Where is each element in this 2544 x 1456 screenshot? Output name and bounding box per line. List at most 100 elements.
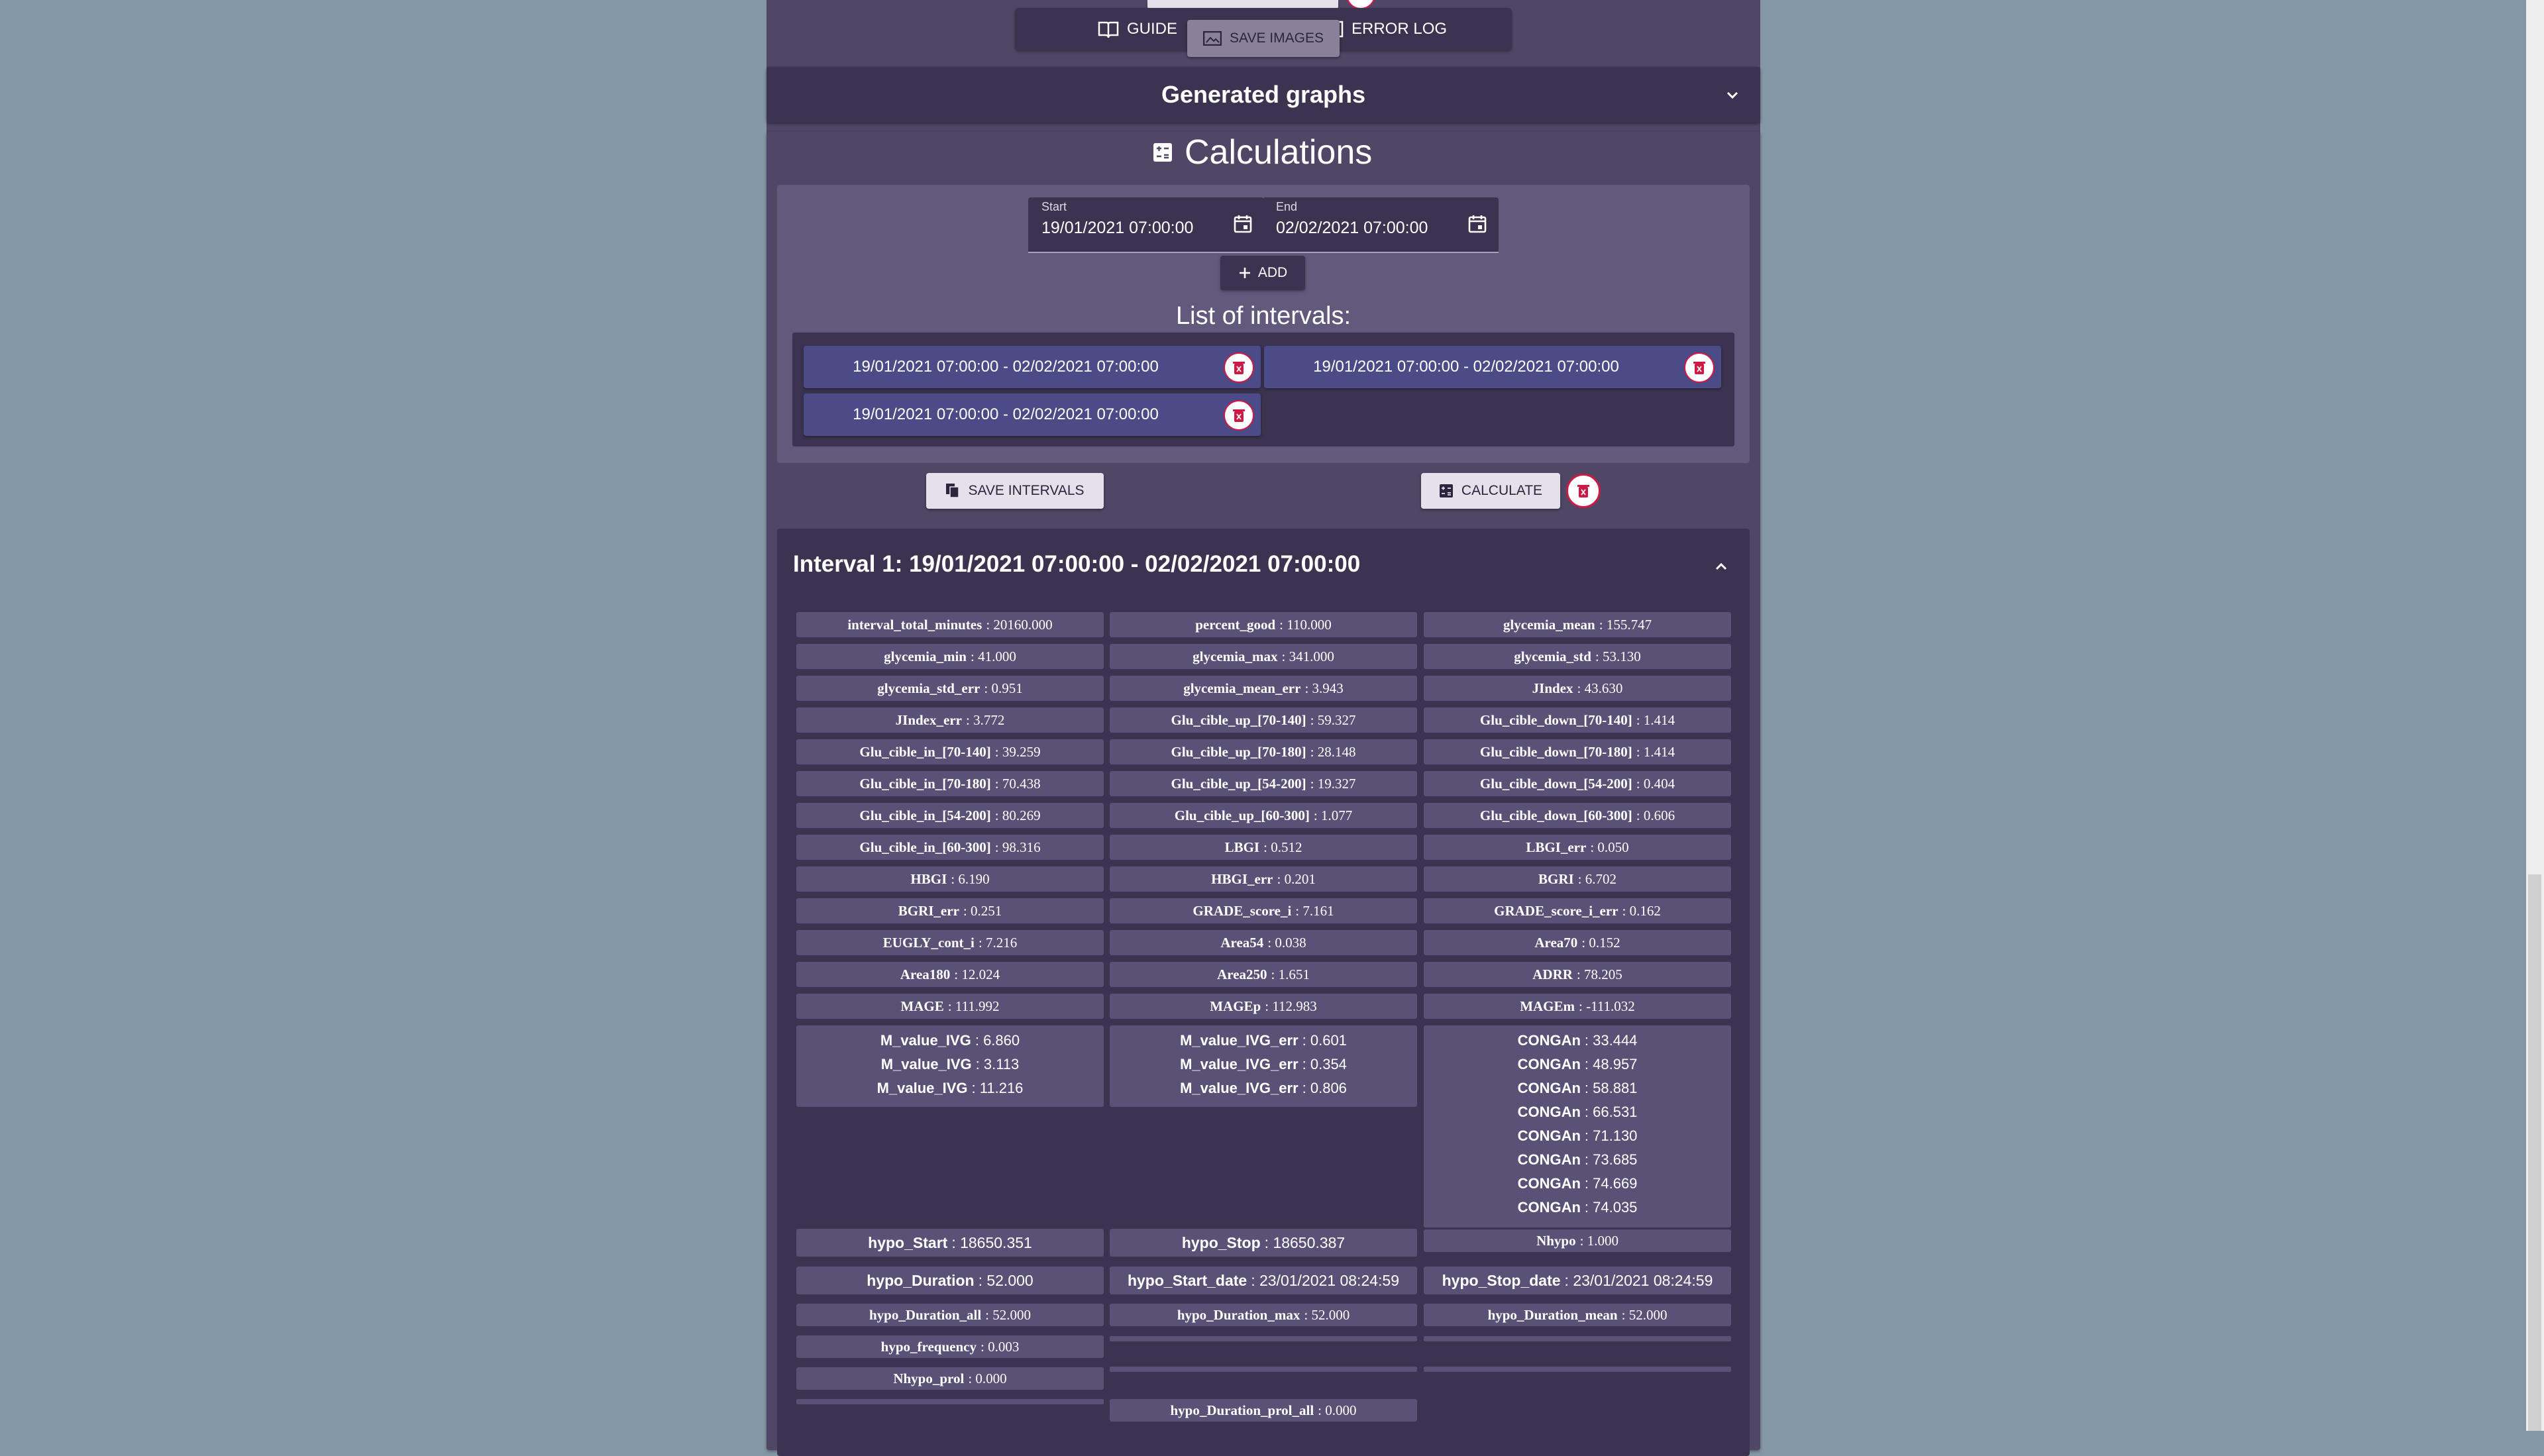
result-cell: Area70: 0.152 — [1424, 930, 1731, 955]
book-icon — [1098, 21, 1119, 38]
result-item: M_value_IVG_err: 0.354 — [1180, 1056, 1347, 1072]
result-value: 7.216 — [985, 934, 1018, 951]
result-key: Glu_cible_down_[60-300] — [1479, 807, 1632, 823]
error-log-button[interactable]: ERROR LOG — [1326, 8, 1447, 50]
result-cell: Glu_cible_in_[54-200]: 80.269 — [796, 803, 1104, 828]
clear-results-button[interactable] — [1566, 474, 1601, 508]
result-item: M_value_IVG: 3.113 — [880, 1056, 1020, 1072]
result-item: M_value_IVG_err: 0.601 — [1180, 1032, 1347, 1049]
result-cell: Nhypo: 1.000 — [1424, 1229, 1731, 1252]
delete-interval-button[interactable] — [1224, 352, 1254, 383]
separator: : — [970, 648, 979, 664]
result-cell: hypo_Start_date: 23/01/2021 08:24:59 — [1110, 1267, 1417, 1294]
result-key: Glu_cible_in_[70-180] — [859, 775, 991, 792]
result-value: 0.038 — [1275, 934, 1306, 951]
start-date-field[interactable]: Start 19/01/2021 07:00:00 — [1028, 197, 1264, 253]
result-value: 0.606 — [1643, 807, 1675, 823]
result-key: Nhypo_prol — [893, 1370, 965, 1386]
result-cell: glycemia_mean: 155.747 — [1424, 612, 1731, 637]
result-key: GRADE_score_i — [1192, 902, 1292, 919]
result-key: Glu_cible_in_[70-140] — [859, 743, 991, 760]
calendar-icon[interactable] — [1467, 213, 1488, 234]
start-value[interactable]: 19/01/2021 07:00:00 — [1041, 219, 1193, 238]
empty-result-cell — [1424, 1336, 1731, 1341]
separator: : — [978, 934, 986, 951]
result-cell: Glu_cible_up_[70-180]: 28.148 — [1110, 739, 1417, 764]
result-value: 43.630 — [1584, 680, 1623, 696]
result-cell: Glu_cible_up_[60-300]: 1.077 — [1110, 803, 1417, 828]
result-value: 52.000 — [986, 1271, 1034, 1289]
result-value: 28.148 — [1317, 743, 1356, 760]
result-cell: ADRR: 78.205 — [1424, 962, 1731, 987]
separator: : — [994, 807, 1002, 823]
delete-interval-button[interactable] — [1224, 400, 1254, 431]
interval-chip[interactable]: 19/01/2021 07:00:00 - 02/02/2021 07:00:0… — [1264, 346, 1721, 388]
result-cell: Glu_cible_down_[70-180]: 1.414 — [1424, 739, 1731, 764]
chevron-down-icon[interactable] — [1724, 87, 1740, 103]
result-value: 155.747 — [1606, 616, 1652, 633]
result-cell: hypo_Stop_date: 23/01/2021 08:24:59 — [1424, 1267, 1731, 1294]
result-key: CONGAn — [1517, 1127, 1581, 1144]
result-item: M_value_IVG: 11.216 — [876, 1080, 1024, 1096]
separator: : — [1313, 807, 1322, 823]
save-intervals-button[interactable]: SAVE INTERVALS — [926, 473, 1104, 509]
calendar-icon[interactable] — [1232, 213, 1253, 234]
separator: : — [1263, 839, 1271, 855]
calculate-button[interactable]: CALCULATE — [1421, 473, 1560, 509]
result-value: 52.000 — [1628, 1306, 1668, 1323]
result-cell: hypo_Start: 18650.351 — [796, 1229, 1104, 1257]
result-key: Glu_cible_in_[54-200] — [859, 807, 991, 823]
guide-button[interactable]: GUIDE — [1098, 8, 1177, 50]
copy-icon — [946, 484, 960, 498]
result-key: interval_total_minutes — [847, 616, 982, 633]
chevron-up-icon[interactable] — [1712, 557, 1730, 576]
result-key: ADRR — [1532, 966, 1573, 982]
result-value: 80.269 — [1002, 807, 1041, 823]
result-cell: JIndex: 43.630 — [1424, 676, 1731, 701]
separator: : — [1581, 934, 1589, 951]
result-value: 53.130 — [1603, 648, 1641, 664]
result-key: CONGAn — [1517, 1080, 1581, 1096]
result-value: 52.000 — [1311, 1306, 1350, 1323]
result-value: 78.205 — [1584, 966, 1622, 982]
result-value: 19.327 — [1317, 775, 1356, 792]
delete-icon — [1233, 362, 1245, 374]
result-item: CONGAn: 74.035 — [1517, 1199, 1638, 1216]
save-intervals-label: SAVE INTERVALS — [968, 483, 1085, 498]
delete-interval-button[interactable] — [1684, 352, 1715, 383]
separator: : — [1636, 807, 1644, 823]
interval-chip[interactable]: 19/01/2021 07:00:00 - 02/02/2021 07:00:0… — [804, 393, 1261, 436]
scrollbar-thumb[interactable] — [2528, 874, 2541, 1431]
result-key: CONGAn — [1517, 1104, 1581, 1120]
result-value: 48.957 — [1593, 1056, 1638, 1072]
separator: : — [963, 902, 971, 919]
result-key: hypo_Duration_mean — [1487, 1306, 1618, 1323]
separator: : — [994, 775, 1002, 792]
end-date-field[interactable]: End 02/02/2021 07:00:00 — [1263, 197, 1499, 253]
add-interval-button[interactable]: ADD — [1220, 256, 1305, 290]
result-cell: Nhypo_prol: 0.000 — [796, 1367, 1104, 1390]
generated-graphs-panel[interactable]: Generated graphs — [767, 67, 1760, 123]
result-key: Glu_cible_in_[60-300] — [859, 839, 991, 855]
save-images-button[interactable]: SAVE IMAGES — [1187, 20, 1340, 57]
result-key: LBGI_err — [1526, 839, 1587, 855]
interval-chip-label: 19/01/2021 07:00:00 - 02/02/2021 07:00:0… — [853, 358, 1159, 376]
calculate-label: CALCULATE — [1461, 483, 1543, 498]
result-cell: Area54: 0.038 — [1110, 930, 1417, 955]
separator: : — [1636, 775, 1644, 792]
result-item: M_value_IVG_err: 0.806 — [1180, 1080, 1347, 1096]
result-value: 0.251 — [971, 902, 1002, 919]
result-cell: Glu_cible_down_[54-200]: 0.404 — [1424, 771, 1731, 796]
result-key: Area180 — [900, 966, 951, 982]
result-key: MAGEp — [1210, 998, 1261, 1014]
result-key: Area54 — [1220, 934, 1264, 951]
result-value: 0.000 — [975, 1370, 1007, 1386]
result-value: 1.414 — [1643, 711, 1675, 728]
result-key: glycemia_std_err — [877, 680, 980, 696]
result-value: 341.000 — [1289, 648, 1334, 664]
interval-chip[interactable]: 19/01/2021 07:00:00 - 02/02/2021 07:00:0… — [804, 346, 1261, 388]
end-value[interactable]: 02/02/2021 07:00:00 — [1276, 219, 1428, 238]
result-key: Glu_cible_up_[54-200] — [1171, 775, 1306, 792]
result-key: hypo_Duration — [867, 1271, 975, 1289]
result-value: 23/01/2021 08:24:59 — [1259, 1271, 1400, 1289]
